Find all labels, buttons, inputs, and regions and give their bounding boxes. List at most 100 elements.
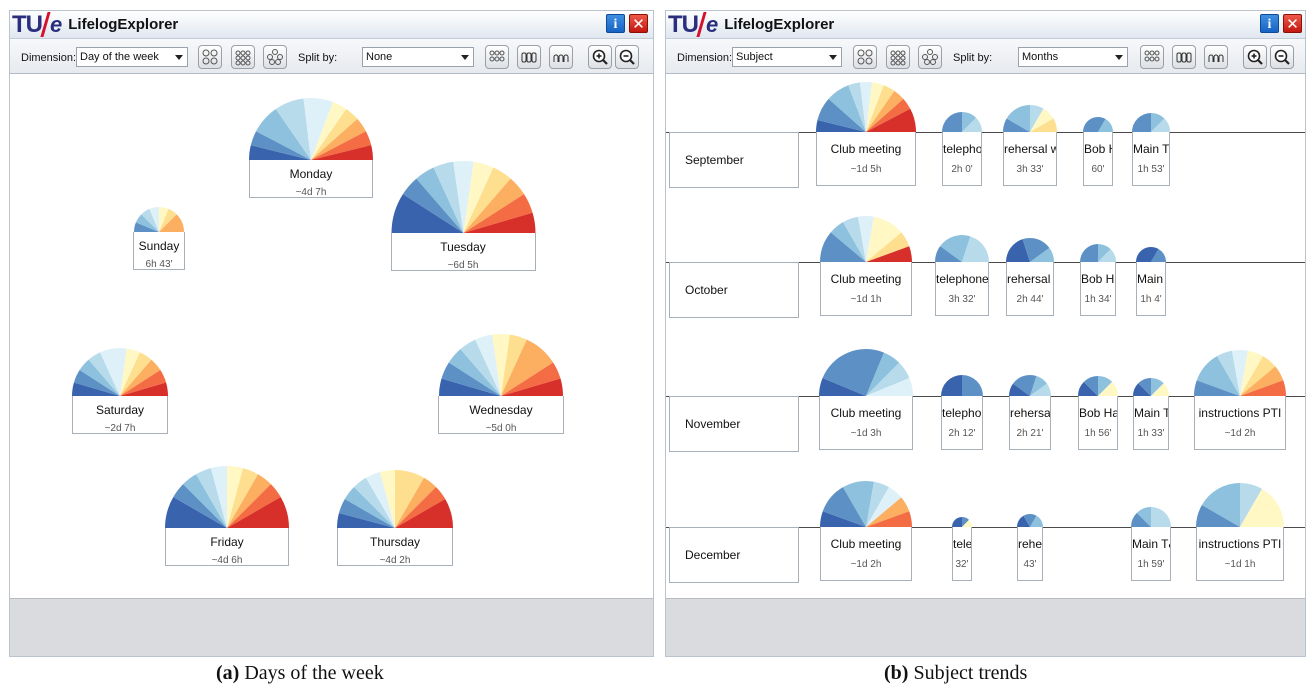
- semicircle-chart: [819, 349, 913, 396]
- circles-grid-icon: [202, 49, 218, 65]
- glyph-name: rehersal with ...: [1004, 141, 1056, 156]
- glyph-duration: ~4d 2h: [379, 555, 411, 566]
- semicircle-chart: [820, 480, 912, 527]
- sort-grid-icon-button[interactable]: [485, 45, 509, 69]
- subject-glyph[interactable]: Bob Ha... 60': [1083, 117, 1113, 186]
- subject-glyph[interactable]: Monday ~4d 7h: [249, 97, 373, 198]
- subject-glyph[interactable]: Main T&K 1h 59': [1131, 507, 1171, 581]
- glyph-name: Saturday: [95, 402, 145, 417]
- subject-glyph[interactable]: Main T&K 1h 4': [1136, 247, 1166, 316]
- glyph-name: Club meeting: [830, 271, 902, 286]
- subject-glyph[interactable]: telephone ... 2h 0': [942, 112, 982, 186]
- subject-glyph[interactable]: rehersal with ... 3h 33': [1003, 105, 1057, 186]
- subject-glyph[interactable]: Saturday ~2d 7h: [72, 348, 168, 434]
- semicircle-chart: [1006, 237, 1054, 262]
- glyph-card: Main T&K 1h 33': [1133, 396, 1169, 450]
- zoom-out-icon: [1274, 49, 1290, 65]
- subject-glyph[interactable]: instructions PTI ~1d 1h: [1196, 483, 1284, 581]
- subject-glyph[interactable]: Tuesday ~6d 5h: [390, 160, 536, 271]
- glyph-duration: ~2d 7h: [104, 423, 136, 434]
- layout-cluster-icon-button[interactable]: [263, 45, 287, 69]
- subject-glyph[interactable]: telephone ... 2h 12': [941, 375, 983, 450]
- glyph-duration: 2h 21': [1016, 428, 1044, 440]
- dimension-select[interactable]: Day of the week: [76, 47, 188, 67]
- subject-glyph[interactable]: rehersal wit... 2h 44': [1006, 237, 1054, 316]
- glyph-name: instructions PTI: [1198, 536, 1282, 551]
- subject-glyph[interactable]: Club meeting ~1d 1h: [820, 216, 912, 316]
- glyph-card: Saturday ~2d 7h: [72, 396, 168, 434]
- glyph-card: Bob Ha... 60': [1083, 132, 1113, 186]
- glyph-duration: 32': [955, 559, 969, 571]
- glyph-duration: ~1d 1h: [850, 294, 882, 306]
- subject-glyph[interactable]: Friday ~4d 6h: [165, 466, 289, 566]
- semicircle-chart: [816, 81, 916, 132]
- glyph-duration: 2h 12': [948, 428, 976, 440]
- glyph-slice: [1151, 507, 1171, 527]
- info-button[interactable]: i: [606, 14, 625, 33]
- close-button[interactable]: ✕: [629, 14, 648, 33]
- sort-grid-icon-button[interactable]: [1140, 45, 1164, 69]
- sort-columns-icon-button[interactable]: [1172, 45, 1196, 69]
- window-subject-trends: TU e LifelogExplorer i ✕ Dimension: Subje…: [665, 10, 1306, 657]
- dimension-select[interactable]: Subject: [732, 47, 842, 67]
- zoom-out-button[interactable]: [1270, 45, 1294, 69]
- glyph-duration: ~4d 7h: [295, 187, 327, 198]
- dimension-label: Dimension:: [677, 52, 733, 64]
- subject-glyph[interactable]: Sunday 6h 43': [133, 207, 185, 270]
- tue-logo: TU e LifelogExplorer: [12, 11, 179, 38]
- subject-glyph[interactable]: Bob Hakel 1h 56': [1078, 376, 1118, 450]
- title-bar: TU e LifelogExplorer i ✕: [666, 11, 1305, 39]
- glyph-slice: [942, 112, 962, 132]
- month-row-label: September: [669, 132, 799, 188]
- info-button[interactable]: i: [1260, 14, 1279, 33]
- glyph-duration: 2h 0': [951, 164, 973, 176]
- glyph-duration: ~1d 1h: [1224, 559, 1256, 571]
- semicircle-chart: [820, 216, 912, 262]
- glyph-name: Club meeting: [830, 536, 902, 551]
- subject-glyph[interactable]: Main T&K 1h 33': [1133, 378, 1169, 450]
- split-by-value: None: [366, 51, 393, 63]
- semicircle-chart: [439, 333, 563, 396]
- glyph-duration: ~6d 5h: [447, 260, 479, 271]
- semicircle-chart: [1009, 375, 1051, 396]
- layout-grid-icon-button[interactable]: [853, 45, 877, 69]
- app-title: LifelogExplorer: [724, 16, 835, 33]
- zoom-out-icon: [619, 49, 635, 65]
- zoom-in-button[interactable]: [1243, 45, 1267, 69]
- subject-glyph[interactable]: telephone conv... 3h 32': [935, 235, 989, 316]
- subject-glyph[interactable]: Club meeting ~1d 3h: [819, 349, 913, 450]
- caption-a-text: Days of the week: [244, 662, 384, 684]
- split-by-select[interactable]: None: [362, 47, 474, 67]
- sort-columns-icon-button[interactable]: [517, 45, 541, 69]
- subject-glyph[interactable]: instructions PTI ~1d 2h: [1194, 350, 1286, 450]
- split-by-select[interactable]: Months: [1018, 47, 1128, 67]
- subject-glyph[interactable]: Thursday ~4d 2h: [337, 470, 453, 566]
- glyph-canvas: Monday ~4d 7h Tuesday ~6d 5h Sunday 6h 43' Sat…: [10, 74, 653, 599]
- close-button[interactable]: ✕: [1283, 14, 1302, 33]
- layout-compact-icon-button[interactable]: [886, 45, 910, 69]
- layout-grid-icon-button[interactable]: [198, 45, 222, 69]
- sort-arches-icon-button[interactable]: [549, 45, 573, 69]
- sort-arches-icon-button[interactable]: [1204, 45, 1228, 69]
- subject-glyph[interactable]: Club meeting ~1d 2h: [820, 480, 912, 581]
- dimension-value: Day of the week: [80, 51, 159, 63]
- glyph-card: telephone ... 2h 12': [941, 396, 983, 450]
- glyph-card: Club meeting ~1d 1h: [820, 262, 912, 316]
- circles-cluster-icon: [922, 49, 938, 65]
- glyph-card: Bob Hakel 1h 56': [1078, 396, 1118, 450]
- glyph-card: Friday ~4d 6h: [165, 528, 289, 566]
- subject-glyph[interactable]: Wednesday ~5d 0h: [438, 333, 564, 434]
- zoom-in-button[interactable]: [588, 45, 612, 69]
- subject-glyph[interactable]: Bob Hakel 1h 34': [1080, 244, 1116, 316]
- subject-glyph[interactable]: Club meeting ~1d 5h: [816, 81, 916, 186]
- layout-cluster-icon-button[interactable]: [918, 45, 942, 69]
- circles-grid-icon: [857, 49, 873, 65]
- subject-glyph[interactable]: rehersal wi... 2h 21': [1009, 375, 1051, 450]
- glyph-name: instructions PTI: [1198, 405, 1282, 420]
- subject-glyph[interactable]: tele... 32': [952, 517, 972, 581]
- layout-compact-icon-button[interactable]: [231, 45, 255, 69]
- glyph-card: rehersal with ... 3h 33': [1003, 132, 1057, 186]
- subject-glyph[interactable]: reher... 43': [1017, 513, 1043, 581]
- subject-glyph[interactable]: Main T&K 1h 53': [1132, 113, 1170, 186]
- zoom-out-button[interactable]: [615, 45, 639, 69]
